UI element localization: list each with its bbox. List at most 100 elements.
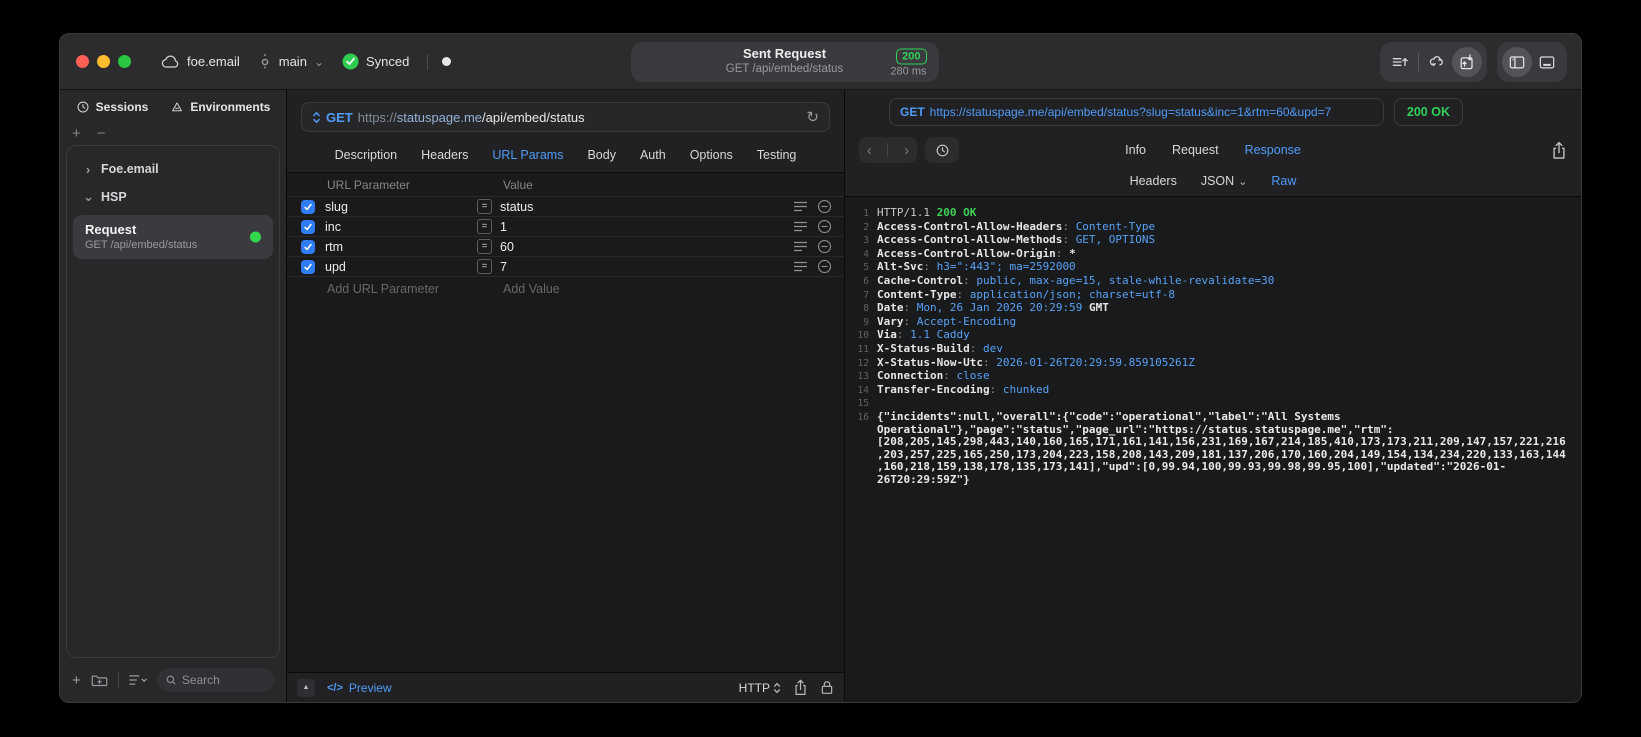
remove-param-icon[interactable]: [817, 239, 832, 254]
param-checkbox[interactable]: [301, 259, 315, 274]
forward-button[interactable]: ›: [904, 142, 909, 159]
request-url[interactable]: https://statuspage.me/api/embed/status: [358, 110, 585, 125]
param-name[interactable]: slug: [325, 200, 477, 214]
param-checkbox[interactable]: [301, 239, 315, 254]
view-tab-label: JSON: [1200, 174, 1235, 188]
add-value-placeholder[interactable]: Add Value: [503, 282, 560, 296]
request-list-item-selected[interactable]: Request GET /api/embed/status: [73, 215, 273, 259]
request-url-bar[interactable]: GET https://statuspage.me/api/embed/stat…: [301, 102, 830, 132]
sidebar-tabs: Sessions Environments: [60, 90, 286, 124]
param-checkbox[interactable]: [301, 199, 315, 214]
sent-request-pill[interactable]: Sent Request GET /api/embed/status 200 2…: [630, 41, 939, 82]
request-tabs: Description Headers URL Params Body Auth Opti…: [287, 138, 844, 172]
format-lines-icon[interactable]: [794, 201, 807, 212]
format-lines-icon[interactable]: [794, 221, 807, 232]
response-view-tab-raw[interactable]: Raw: [1271, 174, 1296, 188]
param-value[interactable]: status: [500, 200, 794, 214]
sort-requests-button[interactable]: [1385, 47, 1415, 77]
param-value[interactable]: 1: [500, 220, 794, 234]
tab-environments[interactable]: Environments: [170, 100, 270, 114]
toggle-sidebar-button[interactable]: [1502, 46, 1532, 77]
tree-item-foe-email[interactable]: › Foe.email: [71, 156, 275, 182]
toggle-bottom-panel-button[interactable]: [1532, 47, 1562, 77]
branch-selector[interactable]: main ⌄: [258, 53, 324, 70]
close-window-button[interactable]: [76, 55, 89, 68]
param-name[interactable]: upd: [325, 260, 477, 274]
param-value[interactable]: 60: [500, 240, 794, 254]
minimize-window-button[interactable]: [97, 55, 110, 68]
param-row-rtm[interactable]: rtm = 60: [287, 237, 844, 257]
response-tab-info[interactable]: Info: [1125, 143, 1146, 157]
remove-param-icon[interactable]: [817, 259, 832, 274]
response-tab-response[interactable]: Response: [1245, 143, 1301, 157]
line-number: 16: [857, 411, 869, 423]
request-tab-testing[interactable]: Testing: [757, 148, 797, 162]
http-protocol: HTTP/1.1: [877, 206, 930, 219]
dynamic-values-button[interactable]: [1422, 47, 1452, 77]
add-param-placeholder[interactable]: Add URL Parameter: [327, 282, 439, 296]
header-value: application/json; charset=utf-8: [969, 287, 1176, 301]
triangle-icon: ▲: [302, 684, 310, 691]
response-body-text: {"incidents":null,"overall":{"code":"ope…: [877, 409, 1566, 486]
method-selector[interactable]: GET: [326, 110, 353, 125]
format-lines-icon[interactable]: [794, 241, 807, 252]
response-tab-request[interactable]: Request: [1172, 143, 1219, 157]
param-row-inc[interactable]: inc = 1: [287, 217, 844, 237]
header-separator: :: [943, 369, 957, 383]
back-button[interactable]: ‹: [867, 142, 872, 159]
tree-item-hsp[interactable]: ⌄ HSP: [71, 184, 275, 210]
line-content: Content-Type: application/json; charset=…: [877, 287, 1569, 303]
search-input[interactable]: [181, 673, 265, 687]
request-tab-headers[interactable]: Headers: [421, 148, 468, 162]
chevron-right-icon: ›: [85, 161, 91, 177]
history-button[interactable]: [925, 137, 959, 163]
zoom-window-button[interactable]: [118, 55, 131, 68]
request-tab-description[interactable]: Description: [335, 148, 398, 162]
remove-param-icon[interactable]: [817, 219, 832, 234]
param-value[interactable]: 7: [500, 260, 794, 274]
response-line: 15: [855, 397, 1569, 411]
add-param-row[interactable]: Add URL Parameter Add Value: [287, 277, 844, 301]
project-selector[interactable]: foe.email: [161, 54, 240, 69]
param-name[interactable]: inc: [325, 220, 477, 234]
response-line: 12 X-Status-Now-Utc: 2026-01-26T20:29:59.…: [855, 356, 1569, 371]
param-row-slug[interactable]: slug = status: [287, 197, 844, 217]
param-checkbox[interactable]: [301, 219, 315, 234]
share-icon[interactable]: [1551, 141, 1567, 160]
new-request-button[interactable]: +: [72, 672, 81, 689]
remove-param-icon[interactable]: [817, 199, 832, 214]
response-view-tabs: Headers JSON ⌄ Raw: [845, 166, 1581, 196]
param-row-upd[interactable]: upd = 7: [287, 257, 844, 277]
list-options-button[interactable]: [128, 674, 147, 686]
response-line: 11 X-Status-Build: dev: [855, 342, 1569, 357]
format-lines-icon[interactable]: [794, 261, 807, 272]
tab-sessions[interactable]: Sessions: [76, 100, 148, 114]
preview-label: Preview: [348, 680, 392, 695]
expand-panel-button[interactable]: ▲: [297, 678, 315, 697]
equals-icon: =: [477, 219, 492, 234]
history-controls: ‹ ›: [859, 137, 1009, 163]
request-tab-auth[interactable]: Auth: [640, 148, 666, 162]
header-name: Access-Control-Allow-Origin: [877, 246, 1056, 260]
header-name: Cache-Control: [877, 273, 964, 287]
lock-icon[interactable]: [820, 679, 834, 696]
add-session-button[interactable]: +: [72, 126, 81, 141]
line-number: 1: [863, 208, 869, 219]
remove-session-button[interactable]: −: [97, 126, 106, 141]
response-line: 6 Cache-Control: public, max-age=15, stal…: [855, 273, 1569, 289]
sync-status[interactable]: Synced: [342, 53, 409, 70]
param-name[interactable]: rtm: [325, 240, 477, 254]
response-view-tab-json[interactable]: JSON ⌄: [1201, 174, 1248, 188]
protocol-selector[interactable]: HTTP: [739, 681, 781, 695]
response-view-tab-headers[interactable]: Headers: [1130, 174, 1177, 188]
resend-request-icon[interactable]: ↻: [806, 108, 819, 126]
new-group-button[interactable]: [91, 673, 108, 687]
share-icon[interactable]: [793, 679, 808, 696]
preview-button[interactable]: </> Preview: [327, 681, 392, 695]
header-value: *: [1069, 246, 1076, 260]
request-tab-body[interactable]: Body: [587, 148, 616, 162]
request-tab-url-params[interactable]: URL Params: [492, 148, 563, 162]
request-tab-options[interactable]: Options: [690, 148, 733, 162]
search-box[interactable]: [156, 668, 274, 692]
import-response-button[interactable]: [1452, 46, 1482, 77]
